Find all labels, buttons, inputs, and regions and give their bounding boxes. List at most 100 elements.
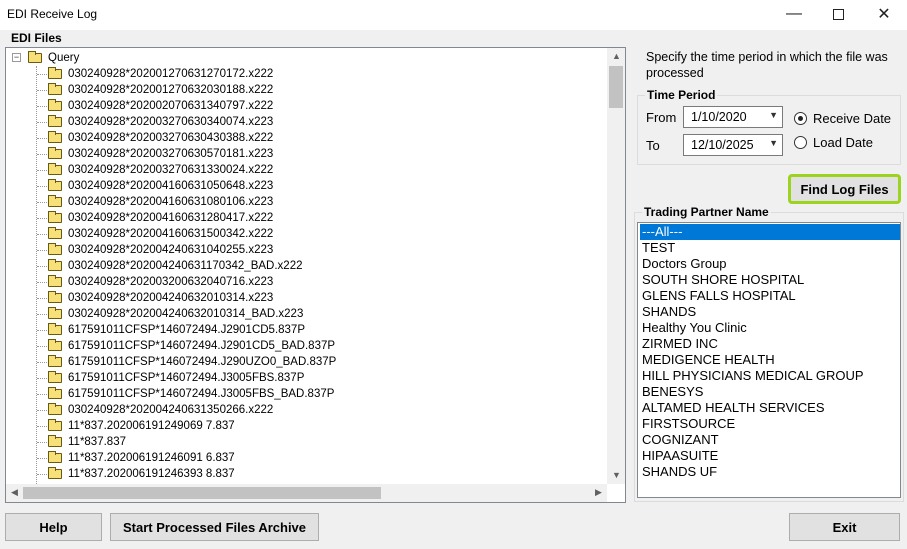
to-date-picker[interactable]: 12/10/2025 ▼ xyxy=(683,134,783,156)
trading-partner-item[interactable]: TEST xyxy=(640,240,900,256)
close-button[interactable]: ✕ xyxy=(861,0,907,28)
tree-file-item[interactable]: 030240928*202004160631050648.x223 xyxy=(48,178,273,194)
tree-file-item[interactable]: 11*837.202006191249069 7.837 xyxy=(48,418,235,434)
folder-icon xyxy=(48,435,62,447)
folder-icon xyxy=(48,355,62,367)
minimize-button[interactable]: — xyxy=(771,0,817,28)
tree-file-label: 030240928*202004160631500342.x222 xyxy=(68,228,274,240)
folder-icon xyxy=(48,99,62,111)
tree-file-item[interactable]: 617591011CFSP*146072494.J2901CD5.837P xyxy=(48,322,305,338)
folder-icon xyxy=(48,291,62,303)
load-date-label: Load Date xyxy=(813,135,873,150)
tree-line xyxy=(37,266,47,267)
folder-icon xyxy=(48,275,62,287)
tree-file-item[interactable]: 617591011CFSP*146072494.J290UZO0_BAD.837… xyxy=(48,354,336,370)
folder-icon xyxy=(48,83,62,95)
trading-partner-list[interactable]: ---All--- TEST Doctors Group SOUTH SHORE HO… xyxy=(637,222,901,498)
trading-partner-item[interactable]: ---All--- xyxy=(640,224,900,240)
tree-file-item[interactable]: 030240928*202004160631500342.x222 xyxy=(48,226,273,242)
horizontal-scrollbar[interactable]: ◀ ▶ xyxy=(6,484,607,502)
tree-file-item[interactable]: 030240928*202003200632040716.x223 xyxy=(48,274,273,290)
tree-line xyxy=(37,426,47,427)
trading-partner-item[interactable]: Healthy You Clinic xyxy=(640,320,900,336)
maximize-button[interactable] xyxy=(815,0,861,28)
edi-files-tree[interactable]: − Query 030240928*202001270631270172.x22… xyxy=(5,47,626,503)
start-archive-button[interactable]: Start Processed Files Archive xyxy=(110,513,319,541)
to-label: To xyxy=(646,138,660,153)
scroll-down-icon[interactable]: ▼ xyxy=(608,467,625,484)
folder-icon xyxy=(48,179,62,191)
tree-file-label: 030240928*202003270630430388.x222 xyxy=(68,132,274,144)
tree-file-item[interactable]: 617591011CFSP*146072494.J3005FBS.837P xyxy=(48,370,304,386)
trading-partner-item[interactable]: COGNIZANT xyxy=(640,432,900,448)
tree-file-item[interactable]: 030240928*202004160631280417.x222 xyxy=(48,210,273,226)
receive-date-radio[interactable]: Receive Date xyxy=(794,111,891,126)
collapse-icon[interactable]: − xyxy=(12,53,21,62)
tree-file-item[interactable]: 030240928*202004240631040255.x223 xyxy=(48,242,273,258)
tree-root[interactable]: Query xyxy=(28,50,79,66)
trading-partner-item[interactable]: SHANDS UF xyxy=(640,464,900,480)
trading-partner-item[interactable]: GLENS FALLS HOSPITAL xyxy=(640,288,900,304)
trading-partner-item[interactable]: MEDIGENCE HEALTH xyxy=(640,352,900,368)
load-date-radio[interactable]: Load Date xyxy=(794,135,873,150)
trading-partner-item[interactable]: SOUTH SHORE HOSPITAL xyxy=(640,272,900,288)
folder-icon xyxy=(48,307,62,319)
tree-file-label: 030240928*202004240632010314_BAD.x223 xyxy=(68,308,304,320)
scroll-right-icon[interactable]: ▶ xyxy=(590,484,607,501)
tree-line xyxy=(37,234,47,235)
folder-icon xyxy=(48,371,62,383)
folder-icon xyxy=(48,259,62,271)
scroll-left-icon[interactable]: ◀ xyxy=(6,484,23,501)
tree-file-label: 030240928*202003270630570181.x223 xyxy=(68,148,274,160)
trading-partner-item[interactable]: BENESYS xyxy=(640,384,900,400)
horizontal-scroll-thumb[interactable] xyxy=(23,487,381,499)
folder-icon xyxy=(48,243,62,255)
tree-file-item[interactable]: 030240928*202004240631350266.x222 xyxy=(48,402,273,418)
tree-file-item[interactable]: 030240928*202002070631340797.x222 xyxy=(48,98,273,114)
help-button[interactable]: Help xyxy=(5,513,102,541)
tree-file-item[interactable]: 617591011CFSP*146072494.J3005FBS_BAD.837… xyxy=(48,386,334,402)
tree-file-item[interactable]: 11*837.202006191246393 8.837 xyxy=(48,466,235,482)
tree-file-item[interactable]: 030240928*202003270630430388.x222 xyxy=(48,130,273,146)
tree-file-item[interactable]: 030240928*202003270630570181.x223 xyxy=(48,146,273,162)
from-date-picker[interactable]: 1/10/2020 ▼ xyxy=(683,106,783,128)
tree-file-label: 617591011CFSP*146072494.J2901CD5_BAD.837… xyxy=(68,340,336,352)
tree-file-item[interactable]: 11*837.837 xyxy=(48,434,126,450)
tree-line xyxy=(37,202,47,203)
tree-line xyxy=(37,394,47,395)
edi-files-label: EDI Files xyxy=(11,31,62,45)
time-period-legend: Time Period xyxy=(645,88,718,102)
folder-icon xyxy=(48,131,62,143)
trading-partner-item[interactable]: HIPAASUITE xyxy=(640,448,900,464)
trading-partner-item[interactable]: FIRSTSOURCE xyxy=(640,416,900,432)
tree-file-label: 030240928*202004160631280417.x222 xyxy=(68,212,274,224)
tree-line xyxy=(37,170,47,171)
trading-partner-item[interactable]: ZIRMED INC xyxy=(640,336,900,352)
trading-partner-item[interactable]: SHANDS xyxy=(640,304,900,320)
trading-partner-item[interactable]: ALTAMED HEALTH SERVICES xyxy=(640,400,900,416)
vertical-scroll-thumb[interactable] xyxy=(609,66,623,108)
tree-file-item[interactable]: 030240928*202003270631330024.x222 xyxy=(48,162,273,178)
radio-selected-icon xyxy=(794,112,807,125)
tree-file-item[interactable]: 030240928*202003270630340074.x223 xyxy=(48,114,273,130)
tree-file-label: 030240928*202001270631270172.x222 xyxy=(68,68,274,80)
close-icon: ✕ xyxy=(877,6,891,23)
tree-file-item[interactable]: 617591011CFSP*146072494.J2901CD5_BAD.837… xyxy=(48,338,335,354)
trading-partner-item[interactable]: Doctors Group xyxy=(640,256,900,272)
tree-file-item[interactable]: 030240928*202004240631170342_BAD.x222 xyxy=(48,258,302,274)
tree-file-item[interactable]: 030240928*202004240632010314_BAD.x223 xyxy=(48,306,303,322)
folder-icon xyxy=(48,323,62,335)
tree-file-item[interactable]: 030240928*202001270631270172.x222 xyxy=(48,66,273,82)
trading-partner-legend: Trading Partner Name xyxy=(642,205,771,219)
tree-file-item[interactable]: 030240928*202004240632010314.x223 xyxy=(48,290,273,306)
tree-file-item[interactable]: 11*837.202006191246091 6.837 xyxy=(48,450,235,466)
scroll-up-icon[interactable]: ▲ xyxy=(608,48,625,65)
exit-button[interactable]: Exit xyxy=(789,513,900,541)
vertical-scrollbar[interactable]: ▲ ▼ xyxy=(607,48,625,484)
tree-file-item[interactable]: 030240928*202004160631080106.x223 xyxy=(48,194,273,210)
tree-line xyxy=(37,218,47,219)
trading-partner-item[interactable]: HILL PHYSICIANS MEDICAL GROUP xyxy=(640,368,900,384)
tree-file-item[interactable]: 030240928*202001270632030188.x222 xyxy=(48,82,273,98)
find-log-files-button[interactable]: Find Log Files xyxy=(788,174,901,204)
radio-unselected-icon xyxy=(794,136,807,149)
